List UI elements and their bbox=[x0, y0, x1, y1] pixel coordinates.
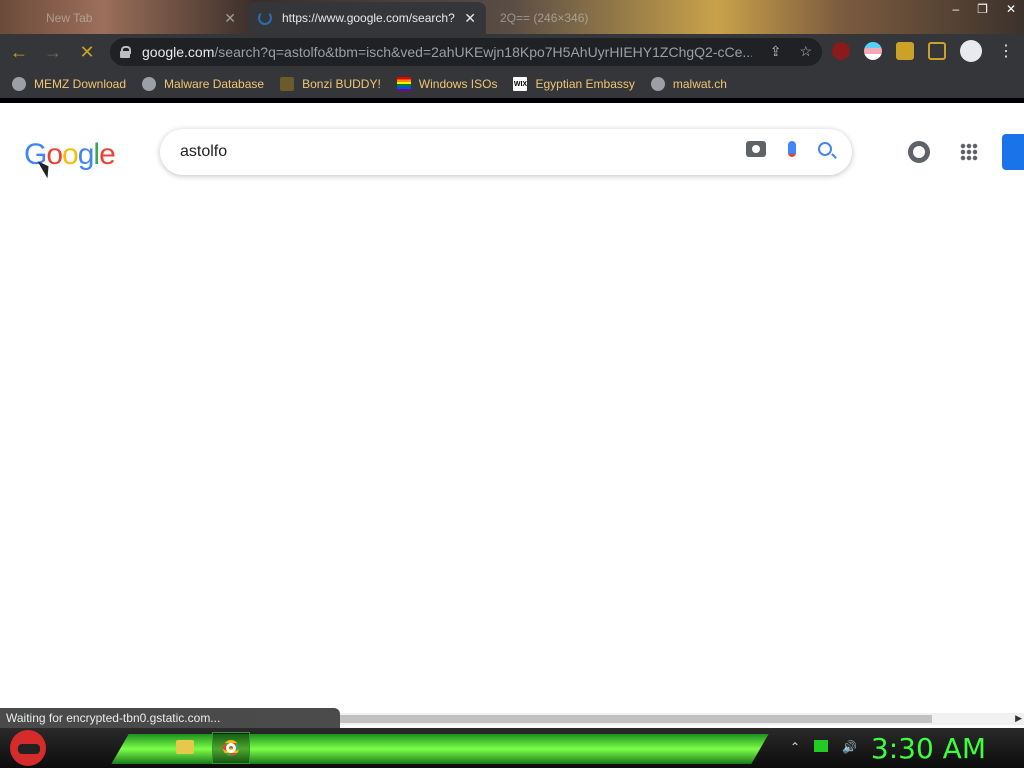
stop-button[interactable]: ✕ bbox=[72, 37, 102, 67]
taskbar-clock[interactable]: 3:30 AM bbox=[871, 732, 986, 765]
bookmark-label: Egyptian Embassy bbox=[535, 77, 635, 91]
wix-icon: WIX bbox=[513, 77, 528, 91]
settings-gear-icon[interactable] bbox=[908, 141, 930, 163]
bookmark-malware-database[interactable]: Malware Database bbox=[142, 77, 264, 91]
restore-button[interactable]: ❐ bbox=[977, 2, 988, 16]
taskbar: ⌃ 🔊 3:30 AM bbox=[0, 728, 1024, 768]
puzzle-icon[interactable] bbox=[896, 42, 914, 60]
status-bubble: Waiting for encrypted-tbn0.gstatic.com..… bbox=[0, 708, 340, 728]
url-host: google.com bbox=[142, 44, 215, 60]
address-bar[interactable]: google.com/search?q=astolfo&tbm=isch&ved… bbox=[110, 38, 822, 66]
volume-icon[interactable]: 🔊 bbox=[842, 740, 857, 754]
browser-toolbar: ← → ✕ google.com/search?q=astolfo&tbm=is… bbox=[0, 34, 1024, 70]
logo-letter: e bbox=[99, 138, 116, 171]
back-button[interactable]: ← bbox=[4, 37, 34, 67]
file-explorer-icon[interactable] bbox=[176, 740, 194, 754]
minimize-button[interactable]: – bbox=[952, 2, 959, 16]
close-icon[interactable]: ✕ bbox=[464, 10, 476, 27]
profile-icon[interactable] bbox=[960, 40, 982, 62]
search-box[interactable]: astolfo bbox=[160, 129, 852, 175]
tab-new-tab[interactable]: New Tab ✕ bbox=[36, 2, 246, 34]
search-icon[interactable] bbox=[818, 142, 832, 156]
tab-title: https://www.google.com/search? bbox=[282, 11, 455, 25]
bookmark-malwatch[interactable]: malwat.ch bbox=[650, 77, 727, 91]
taskbar-decoration bbox=[111, 734, 769, 764]
apps-grid-icon[interactable] bbox=[960, 143, 978, 161]
tab-image[interactable]: 2Q== (246×346) bbox=[490, 2, 640, 34]
bookmark-memz[interactable]: MEMZ Download bbox=[12, 77, 126, 91]
google-results-page: Google astolfo bbox=[0, 103, 1024, 708]
close-icon[interactable]: ✕ bbox=[224, 10, 236, 27]
google-logo[interactable]: Google bbox=[24, 138, 116, 172]
bookmarks-bar: MEMZ Download Malware Database Bonzi BUD… bbox=[0, 70, 1024, 98]
url-path: /search?q=astolfo&tbm=isch&ved=2ahUKEwjn… bbox=[214, 44, 752, 60]
trans-flag-icon[interactable] bbox=[864, 42, 882, 60]
show-hidden-icons-icon[interactable]: ⌃ bbox=[790, 740, 800, 754]
bookmark-bonzi[interactable]: Bonzi BUDDY! bbox=[280, 77, 381, 91]
globe-icon bbox=[650, 77, 665, 91]
scroll-right-arrow-icon[interactable]: ▶ bbox=[1015, 713, 1022, 724]
globe-icon bbox=[12, 77, 26, 91]
bookmark-label: Malware Database bbox=[164, 77, 265, 91]
logo-letter: o bbox=[62, 138, 79, 171]
sign-in-button[interactable] bbox=[1002, 134, 1024, 170]
url-text[interactable]: google.com/search?q=astolfo&tbm=isch&ved… bbox=[142, 44, 752, 60]
bonzi-icon bbox=[280, 77, 295, 91]
bookmark-egyptian-embassy[interactable]: WIX Egyptian Embassy bbox=[513, 77, 635, 91]
lock-icon[interactable] bbox=[120, 46, 131, 58]
logo-letter: g bbox=[77, 138, 95, 171]
kebab-menu-icon[interactable]: ⋮ bbox=[998, 41, 1014, 61]
microphone-icon[interactable] bbox=[788, 141, 796, 157]
omnibox-icons: ⇪ ☆ bbox=[770, 43, 812, 60]
rainbow-flag-icon bbox=[396, 77, 411, 91]
window-controls: – ❐ ✕ bbox=[952, 2, 1016, 16]
bookmark-label: Windows ISOs bbox=[418, 77, 498, 91]
bookmark-windows-isos[interactable]: Windows ISOs bbox=[396, 77, 498, 91]
tab-title: 2Q== (246×346) bbox=[500, 11, 589, 25]
bookmark-label: MEMZ Download bbox=[34, 77, 127, 91]
ublock-icon[interactable] bbox=[832, 42, 850, 60]
system-tray: ⌃ 🔊 bbox=[790, 740, 857, 754]
tab-strip: New Tab ✕ https://www.google.com/search?… bbox=[0, 0, 1024, 34]
network-icon[interactable] bbox=[814, 740, 829, 752]
close-window-button[interactable]: ✕ bbox=[1006, 2, 1016, 16]
share-icon[interactable]: ⇪ bbox=[770, 43, 782, 60]
scrollbar-thumb[interactable] bbox=[340, 715, 932, 723]
camera-icon[interactable] bbox=[746, 141, 766, 157]
star-icon[interactable]: ☆ bbox=[799, 43, 812, 60]
globe-icon bbox=[142, 77, 157, 91]
loading-spinner-icon bbox=[258, 11, 272, 25]
bookmark-label: malwat.ch bbox=[672, 77, 727, 91]
side-panel-icon[interactable] bbox=[928, 42, 946, 60]
forward-button[interactable]: → bbox=[38, 37, 68, 67]
bookmark-label: Bonzi BUDDY! bbox=[302, 77, 381, 91]
tab-title: New Tab bbox=[46, 11, 93, 25]
chrome-icon bbox=[223, 740, 239, 756]
start-button[interactable] bbox=[10, 730, 46, 766]
horizontal-scrollbar[interactable]: ▶ bbox=[340, 713, 1024, 725]
search-box-icons bbox=[746, 141, 832, 157]
extension-icons: ⋮ bbox=[832, 40, 1014, 62]
tab-google-search[interactable]: https://www.google.com/search? ✕ bbox=[248, 2, 486, 34]
chrome-taskbar-button[interactable] bbox=[212, 732, 250, 764]
